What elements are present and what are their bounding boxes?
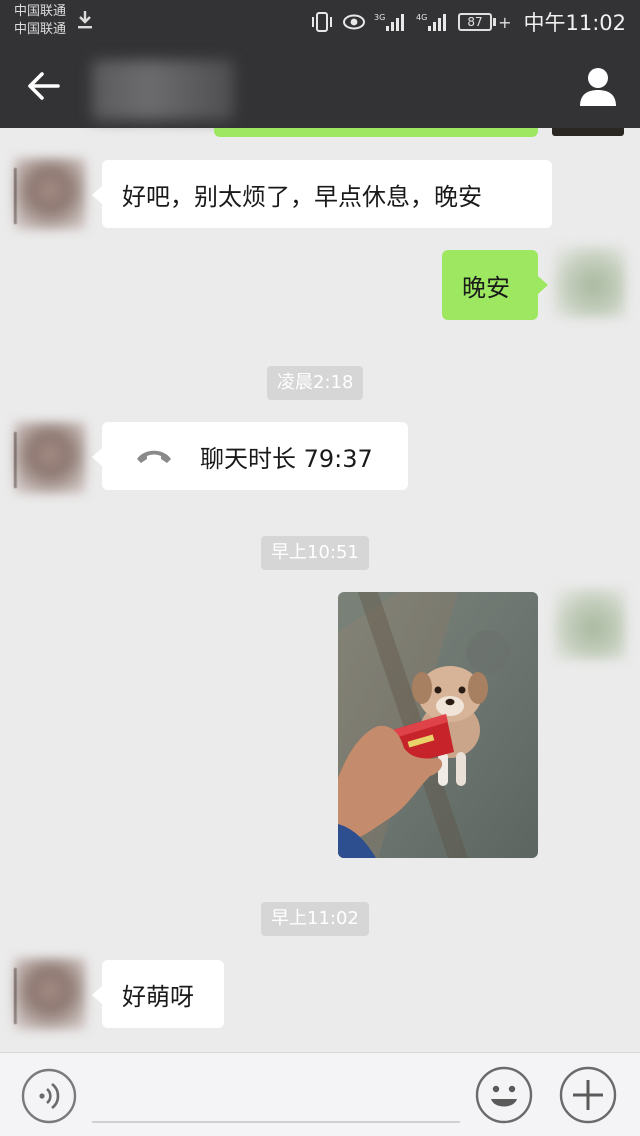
previous-avatar-edge <box>552 128 624 136</box>
puppy-photo[interactable] <box>338 592 538 858</box>
timestamp: 早上11:02 <box>261 902 369 936</box>
download-icon <box>78 11 92 29</box>
contact-avatar[interactable] <box>14 958 86 1030</box>
eye-icon <box>343 14 366 30</box>
charging-icon: + <box>498 12 512 32</box>
message-input[interactable] <box>92 1067 460 1123</box>
my-avatar[interactable] <box>554 246 626 318</box>
message-bubble-incoming[interactable]: 好吧，别太烦了，早点休息，晚安 <box>92 160 552 228</box>
phone-handset-icon <box>137 450 171 463</box>
chat-title-bar <box>0 44 640 128</box>
message-bubble-outgoing[interactable]: 晚安 <box>442 250 548 320</box>
timestamp: 早上10:51 <box>261 536 369 570</box>
carrier-label-2: 中国联通 <box>14 22 67 37</box>
previous-message-bubble-edge <box>214 128 538 137</box>
carrier-label-1: 中国联通 <box>14 4 67 19</box>
contact-avatar[interactable] <box>14 422 86 494</box>
battery-tip <box>493 18 497 26</box>
vibrate-icon <box>312 12 333 32</box>
message-text: 好萌呀 <box>122 982 194 1011</box>
call-duration-text: 聊天时长 79:37 <box>200 444 373 473</box>
my-avatar[interactable] <box>554 588 626 660</box>
message-text: 晚安 <box>462 273 510 302</box>
call-record-bubble[interactable]: 聊天时长 79:37 <box>92 422 408 490</box>
message-bubble-incoming[interactable]: 好萌呀 <box>92 960 224 1028</box>
status-bar: 中国联通 中国联通 3G 4G 87 + 中午11:02 <box>0 0 640 44</box>
chat-area[interactable]: 好吧，别太烦了，早点休息，晚安 晚安 凌晨2:18 聊天时长 79:37 早上1… <box>0 128 640 1052</box>
contact-avatar[interactable] <box>14 158 86 230</box>
signal-4g-icon: 4G <box>416 13 447 31</box>
message-text: 好吧，别太烦了，早点休息，晚安 <box>122 182 482 211</box>
status-icons: 3G 4G 87 + 中午11:02 <box>310 8 626 36</box>
network-3g-label: 3G <box>374 13 385 22</box>
back-arrow-icon[interactable] <box>14 64 70 108</box>
input-bar <box>0 1052 640 1136</box>
battery-level: 87 <box>458 13 493 31</box>
contact-name-blurred <box>92 60 234 120</box>
person-icon[interactable] <box>578 66 618 108</box>
status-time: 中午11:02 <box>523 11 626 35</box>
puppy-photo-image <box>338 592 538 858</box>
plus-icon[interactable] <box>558 1065 618 1125</box>
smiley-face-icon[interactable] <box>474 1065 534 1125</box>
voice-input-icon[interactable] <box>20 1067 78 1125</box>
network-4g-label: 4G <box>416 13 427 22</box>
battery-indicator: 87 + <box>458 13 511 32</box>
signal-3g-icon: 3G <box>374 13 405 31</box>
timestamp: 凌晨2:18 <box>267 366 364 400</box>
